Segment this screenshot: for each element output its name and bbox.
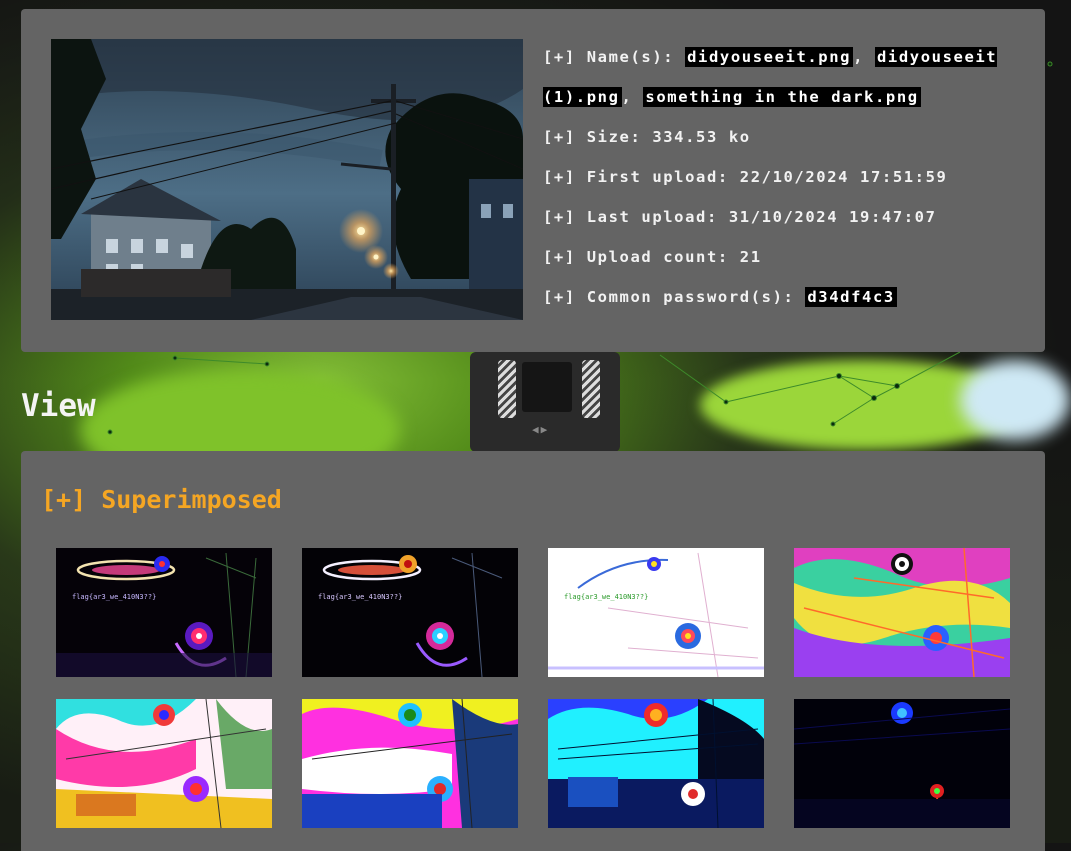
names-line: [+] Name(s): didyouseeit.png, didyouseei… — [543, 37, 1013, 117]
password-value: d34df4c3 — [805, 287, 897, 307]
main-preview-image[interactable] — [51, 39, 523, 320]
superimposed-heading: [+] Superimposed — [41, 485, 282, 514]
superimposed-panel: [+] Superimposed flag{ar3_we_410N3??} fl… — [21, 451, 1045, 851]
flag-text: flag{ar3_we_410N3??} — [564, 593, 648, 601]
file-info-panel: [+] Name(s): didyouseeit.png, didyouseei… — [21, 9, 1045, 352]
last-upload-line: [+] Last upload: 31/10/2024 19:47:07 — [543, 208, 937, 226]
name-separator: , — [621, 88, 633, 106]
file-name-3: something in the dark.png — [643, 87, 921, 107]
superimposed-thumbnail-2[interactable]: flag{ar3_we_410N3??} — [302, 548, 518, 677]
password-line: [+] Common password(s): d34df4c3 — [543, 277, 1013, 317]
flag-text: flag{ar3_we_410N3??} — [72, 593, 156, 601]
password-label: [+] Common password(s): — [543, 288, 795, 306]
superimposed-thumbnail-5[interactable] — [56, 699, 272, 828]
view-heading: View — [21, 388, 96, 424]
superimposed-thumbnail-3[interactable]: flag{ar3_we_410N3??} — [548, 548, 764, 677]
file-name-1: didyouseeit.png — [685, 47, 854, 67]
superimposed-thumbnail-8[interactable] — [794, 699, 1010, 828]
first-upload-line: [+] First upload: 22/10/2024 17:51:59 — [543, 168, 948, 186]
superimposed-thumbnail-6[interactable] — [302, 699, 518, 828]
upload-count-line: [+] Upload count: 21 — [543, 248, 762, 266]
flag-text: flag{ar3_we_410N3??} — [318, 593, 402, 601]
names-label: [+] Name(s): — [543, 48, 675, 66]
size-line: [+] Size: 334.53 ko — [543, 128, 751, 146]
file-info-list: [+] Name(s): didyouseeit.png, didyouseei… — [543, 37, 1013, 317]
name-separator: , — [853, 48, 865, 66]
superimposed-thumbnail-4[interactable] — [794, 548, 1010, 677]
superimposed-thumbnail-1[interactable]: flag{ar3_we_410N3??} — [56, 548, 272, 677]
superimposed-thumbnail-7[interactable] — [548, 699, 764, 828]
